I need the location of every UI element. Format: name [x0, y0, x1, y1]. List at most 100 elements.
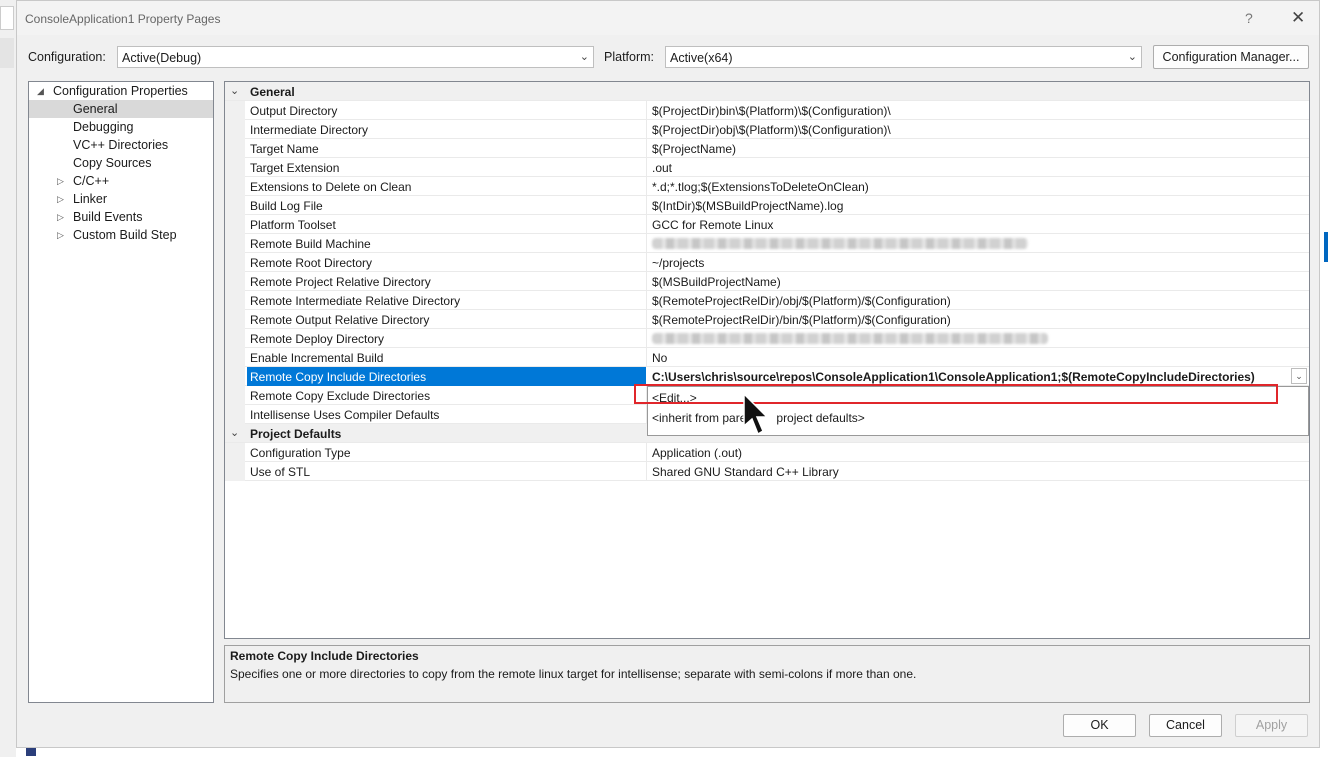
mouse-pointer-icon	[743, 393, 768, 436]
property-name: Output Directory	[250, 104, 338, 118]
tree-item-configuration-properties[interactable]: ◢ Configuration Properties	[29, 82, 213, 100]
property-row[interactable]: Target Extension .out	[225, 158, 1309, 177]
expand-icon[interactable]: ▷	[57, 226, 64, 244]
property-value[interactable]: .out	[652, 161, 672, 175]
property-value[interactable]: $(ProjectDir)obj\$(Platform)\$(Configura…	[652, 123, 891, 137]
property-name: Remote Output Relative Directory	[250, 313, 430, 327]
property-value[interactable]: *.d;*.tlog;$(ExtensionsToDeleteOnClean)	[652, 180, 869, 194]
tree-item-debugging[interactable]: Debugging	[29, 118, 213, 136]
property-name: Target Name	[250, 142, 319, 156]
property-row-selected[interactable]: Remote Copy Include Directories C:\Users…	[225, 367, 1309, 386]
property-name: Intermediate Directory	[250, 123, 369, 137]
property-name: Enable Incremental Build	[250, 351, 384, 365]
property-name: Remote Root Directory	[250, 256, 373, 270]
property-value[interactable]: C:\Users\chris\source\repos\ConsoleAppli…	[652, 370, 1255, 384]
platform-label: Platform:	[604, 50, 655, 64]
category-label: General	[250, 85, 295, 99]
property-row[interactable]: Target Name $(ProjectName)	[225, 139, 1309, 158]
property-name: Configuration Type	[250, 446, 351, 460]
property-row[interactable]: Extensions to Delete on Clean *.d;*.tlog…	[225, 177, 1309, 196]
title-bar: ConsoleApplication1 Property Pages ? ✕	[17, 1, 1319, 35]
tree-item-label: Configuration Properties	[53, 84, 188, 98]
property-row[interactable]: Output Directory $(ProjectDir)bin\$(Plat…	[225, 101, 1309, 120]
help-icon[interactable]: ?	[1245, 10, 1253, 26]
property-row[interactable]: Remote Deploy Directory	[225, 329, 1309, 348]
property-name: Extensions to Delete on Clean	[250, 180, 412, 194]
chevron-down-icon[interactable]: ⌄	[1291, 368, 1307, 384]
tree-item-label: Copy Sources	[73, 156, 152, 170]
expand-icon[interactable]: ▷	[57, 208, 64, 226]
property-row[interactable]: Remote Build Machine	[225, 234, 1309, 253]
cancel-button[interactable]: Cancel	[1149, 714, 1222, 737]
description-panel: Remote Copy Include Directories Specifie…	[224, 645, 1310, 703]
tree-item-label: Debugging	[73, 120, 134, 134]
expand-icon[interactable]: ▷	[57, 172, 64, 190]
property-pages-dialog: ConsoleApplication1 Property Pages ? ✕ C…	[16, 0, 1320, 748]
property-value[interactable]: Application (.out)	[652, 446, 742, 460]
dropdown-option-text: project defaults>	[776, 411, 865, 425]
property-name: Intellisense Uses Compiler Defaults	[250, 408, 440, 422]
property-name: Build Log File	[250, 199, 323, 213]
property-name: Remote Copy Exclude Directories	[250, 389, 431, 403]
property-value[interactable]: $(RemoteProjectRelDir)/bin/$(Platform)/$…	[652, 313, 951, 327]
property-name: Use of STL	[250, 465, 311, 479]
tree-item-label: Custom Build Step	[73, 228, 177, 242]
configuration-label: Configuration:	[28, 50, 106, 64]
dropdown-option-edit[interactable]: <Edit...>	[652, 391, 697, 405]
background-strip	[0, 38, 14, 68]
configuration-manager-button[interactable]: Configuration Manager...	[1153, 45, 1309, 69]
dropdown-option-text: <inherit from pare	[652, 411, 747, 425]
property-value[interactable]: ~/projects	[652, 256, 704, 270]
property-row[interactable]: Enable Incremental Build No	[225, 348, 1309, 367]
expand-icon[interactable]: ◢	[37, 82, 44, 100]
tree-item-label: General	[73, 102, 118, 116]
tree-item-general[interactable]: General	[29, 100, 213, 118]
property-value[interactable]: $(IntDir)$(MSBuildProjectName).log	[652, 199, 843, 213]
tree-item-build-events[interactable]: ▷ Build Events	[29, 208, 213, 226]
tree-item-copy-sources[interactable]: Copy Sources	[29, 154, 213, 172]
tree-item-custom-build-step[interactable]: ▷ Custom Build Step	[29, 226, 213, 244]
search-icon	[0, 6, 14, 30]
property-row[interactable]: Remote Intermediate Relative Directory $…	[225, 291, 1309, 310]
property-value[interactable]: No	[652, 351, 667, 365]
platform-select[interactable]: Active(x64) ⌄	[665, 46, 1142, 68]
window-title: ConsoleApplication1 Property Pages	[25, 12, 221, 26]
property-row[interactable]: Remote Output Relative Directory $(Remot…	[225, 310, 1309, 329]
redacted-value[interactable]	[652, 238, 1028, 249]
collapse-icon[interactable]: ⌄	[230, 426, 239, 439]
property-row[interactable]: Configuration Type Application (.out)	[225, 443, 1309, 462]
tree-item-label: Build Events	[73, 210, 143, 224]
property-row[interactable]: Intermediate Directory $(ProjectDir)obj\…	[225, 120, 1309, 139]
property-row[interactable]: Use of STL Shared GNU Standard C++ Libra…	[225, 462, 1309, 481]
property-value[interactable]: $(ProjectDir)bin\$(Platform)\$(Configura…	[652, 104, 891, 118]
ok-button[interactable]: OK	[1063, 714, 1136, 737]
property-name: Target Extension	[250, 161, 340, 175]
configuration-select[interactable]: Active(Debug) ⌄	[117, 46, 594, 68]
tree-item-linker[interactable]: ▷ Linker	[29, 190, 213, 208]
property-name: Platform Toolset	[250, 218, 336, 232]
property-value[interactable]: $(RemoteProjectRelDir)/obj/$(Platform)/$…	[652, 294, 951, 308]
property-row[interactable]: Platform Toolset GCC for Remote Linux	[225, 215, 1309, 234]
property-tree: ◢ Configuration Properties General Debug…	[28, 81, 214, 703]
close-icon[interactable]: ✕	[1291, 8, 1305, 28]
expand-icon[interactable]: ▷	[57, 190, 64, 208]
tree-item-label: VC++ Directories	[73, 138, 169, 152]
property-row[interactable]: Build Log File $(IntDir)$(MSBuildProject…	[225, 196, 1309, 215]
tree-item-c-cpp[interactable]: ▷ C/C++	[29, 172, 213, 190]
apply-button[interactable]: Apply	[1235, 714, 1308, 737]
collapse-icon[interactable]: ⌄	[230, 84, 239, 97]
tree-item-vc-directories[interactable]: VC++ Directories	[29, 136, 213, 154]
property-name: Remote Build Machine	[250, 237, 371, 251]
property-value[interactable]: $(ProjectName)	[652, 142, 736, 156]
redacted-value[interactable]	[652, 333, 1048, 344]
property-name: Remote Deploy Directory	[250, 332, 385, 346]
property-value[interactable]: GCC for Remote Linux	[652, 218, 773, 232]
chevron-down-icon: ⌄	[579, 51, 589, 63]
property-value[interactable]: $(MSBuildProjectName)	[652, 275, 781, 289]
chevron-down-icon: ⌄	[1127, 51, 1137, 63]
property-row[interactable]: Remote Root Directory ~/projects	[225, 253, 1309, 272]
description-text: Specifies one or more directories to cop…	[230, 667, 917, 681]
category-general[interactable]: ⌄ General	[225, 82, 1309, 101]
property-row[interactable]: Remote Project Relative Directory $(MSBu…	[225, 272, 1309, 291]
property-value[interactable]: Shared GNU Standard C++ Library	[652, 465, 839, 479]
